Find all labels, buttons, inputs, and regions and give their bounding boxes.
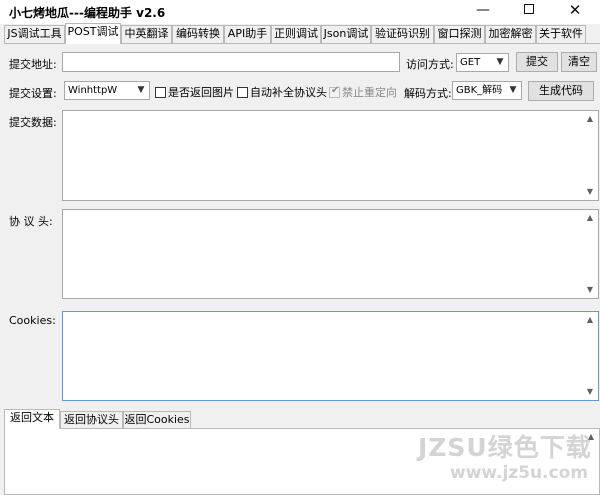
url-label: 提交地址: <box>9 58 57 71</box>
tab-return-text[interactable]: 返回文本 <box>4 409 60 429</box>
tab-json[interactable]: Json调试 <box>321 25 371 43</box>
return-image-checkbox[interactable]: 是否返回图片 <box>155 84 234 100</box>
header-label: 协 议 头: <box>9 215 53 228</box>
decode-label: 解码方式: <box>404 87 452 100</box>
tab-translate[interactable]: 中英翻译 <box>121 25 172 43</box>
tab-window-probe[interactable]: 窗口探测 <box>434 25 485 43</box>
minimize-button[interactable]: — <box>460 0 506 22</box>
submit-button[interactable]: 提交 <box>516 52 558 72</box>
scroll-down-arrow-icon[interactable]: ▼ <box>584 284 596 296</box>
method-select[interactable]: GET ▼ <box>456 53 509 72</box>
tab-js-debug[interactable]: JS调试工具 <box>4 25 65 43</box>
scroll-up-arrow-icon[interactable]: ▲ <box>584 314 596 326</box>
cookies-label: Cookies: <box>9 314 56 327</box>
checkmark-icon: ✔ <box>331 85 340 96</box>
decode-value: GBK_解码 <box>456 85 503 96</box>
chevron-down-icon: ▼ <box>137 85 145 95</box>
close-button[interactable]: ✕ <box>552 0 598 22</box>
tab-return-headers[interactable]: 返回协议头 <box>60 411 123 428</box>
tab-post-debug[interactable]: POST调试 <box>65 23 121 44</box>
url-input[interactable] <box>62 52 400 72</box>
tab-return-cookies[interactable]: 返回Cookies <box>123 411 191 428</box>
maximize-button[interactable] <box>506 0 552 22</box>
auto-header-checkbox[interactable]: 自动补全协议头 <box>237 84 327 100</box>
maximize-icon <box>524 4 534 14</box>
main-tab-strip: JS调试工具 POST调试 中英翻译 编码转换 API助手 正则调试 Json调… <box>4 23 594 44</box>
settings-label: 提交设置: <box>9 87 57 100</box>
no-redirect-checkbox[interactable]: ✔ 禁止重定向 <box>329 84 397 100</box>
cookies-textarea[interactable]: ▲ ▼ <box>62 311 599 401</box>
tab-api-helper[interactable]: API助手 <box>224 25 271 43</box>
scroll-up-arrow-icon[interactable]: ▲ <box>584 212 596 224</box>
scroll-down-arrow-icon[interactable]: ▼ <box>584 386 596 398</box>
chevron-down-icon: ▼ <box>509 85 517 95</box>
scroll-up-arrow-icon[interactable]: ▲ <box>584 113 596 125</box>
no-redirect-label: 禁止重定向 <box>342 86 397 99</box>
tab-regex[interactable]: 正则调试 <box>271 25 321 43</box>
generate-code-button[interactable]: 生成代码 <box>528 81 594 101</box>
method-value: GET <box>460 57 481 68</box>
tab-captcha[interactable]: 验证码识别 <box>371 25 434 43</box>
window-title: 小七烤地瓜---编程助手 v2.6 <box>9 6 166 20</box>
return-image-label: 是否返回图片 <box>168 86 234 99</box>
checkbox-box: ✔ <box>329 85 340 98</box>
engine-select[interactable]: WinhttpW ▼ <box>64 81 150 100</box>
header-textarea[interactable]: ▲ ▼ <box>62 209 599 299</box>
checkbox-box <box>155 87 166 98</box>
title-bar: 小七烤地瓜---编程助手 v2.6 — ✕ <box>0 0 600 24</box>
chevron-down-icon: ▼ <box>496 57 504 67</box>
tab-encoding[interactable]: 编码转换 <box>172 25 224 43</box>
tab-about[interactable]: 关于软件 <box>536 25 586 43</box>
watermark-logo: JZSU绿色下载 <box>418 433 592 462</box>
tab-crypto[interactable]: 加密解密 <box>485 25 536 43</box>
method-label: 访问方式: <box>406 58 454 71</box>
post-data-textarea[interactable]: ▲ ▼ <box>62 110 599 201</box>
watermark-url: www.jz5u.com <box>450 463 589 483</box>
result-tab-strip: 返回文本 返回协议头 返回Cookies <box>4 409 600 429</box>
clear-button[interactable]: 清空 <box>561 52 597 72</box>
scroll-down-arrow-icon[interactable]: ▼ <box>584 186 596 198</box>
post-data-label: 提交数据: <box>9 116 57 129</box>
checkbox-box <box>237 87 248 98</box>
auto-header-label: 自动补全协议头 <box>250 86 327 99</box>
decode-select[interactable]: GBK_解码 ▼ <box>452 81 522 100</box>
engine-value: WinhttpW <box>68 85 118 96</box>
